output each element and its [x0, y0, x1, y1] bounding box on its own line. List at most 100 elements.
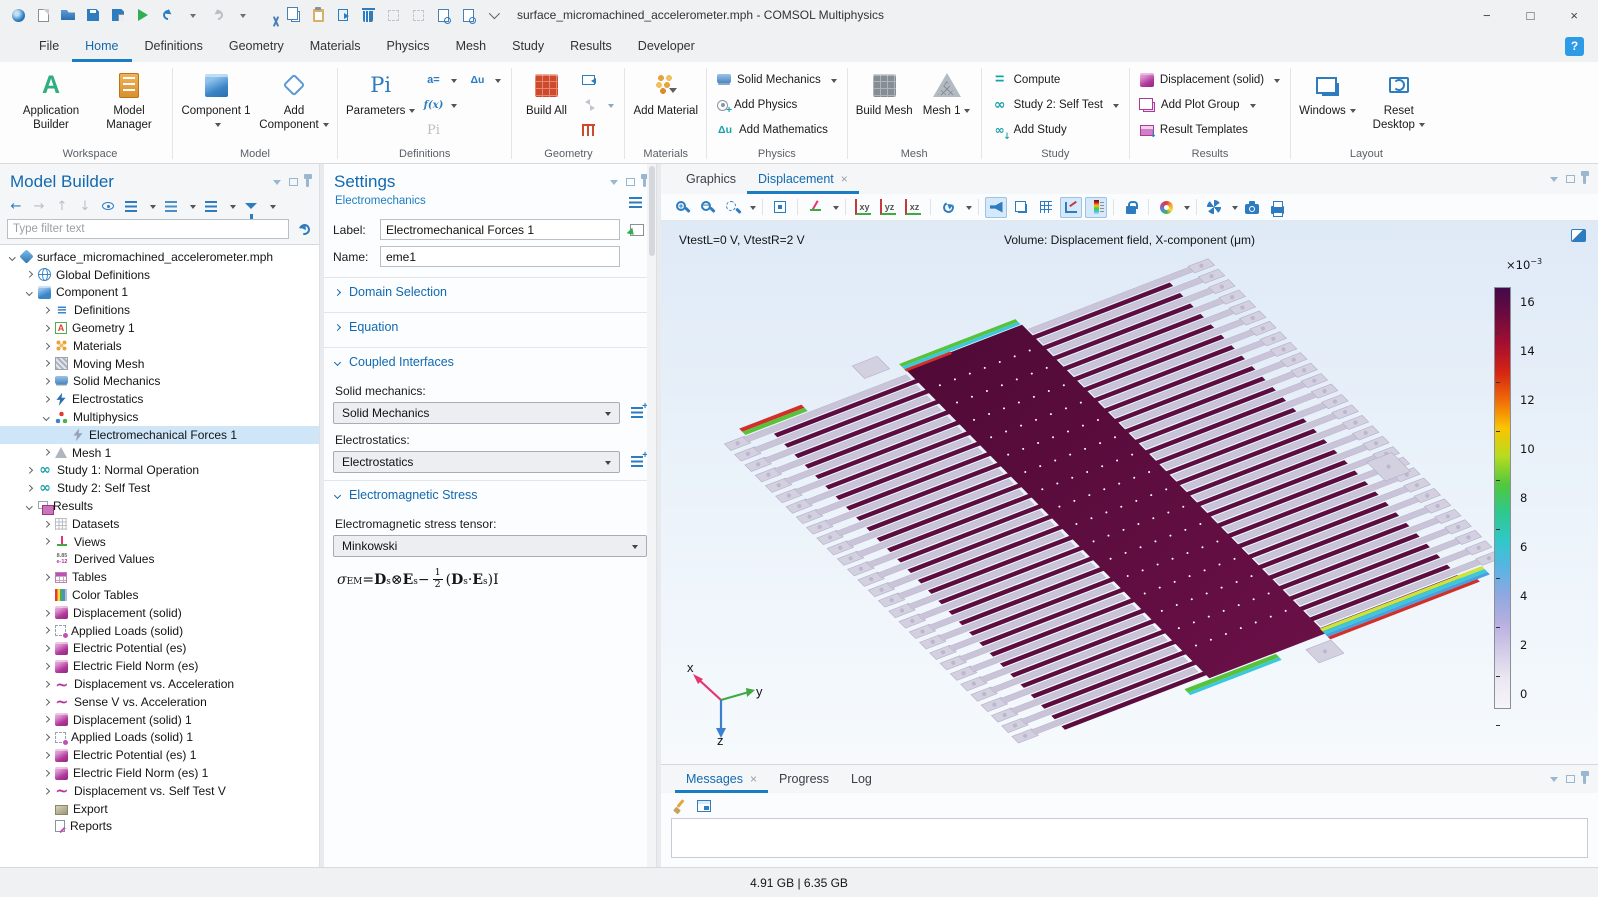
- tab-graphics[interactable]: Graphics: [675, 164, 747, 194]
- label-input[interactable]: [380, 219, 620, 240]
- viewxy-button[interactable]: [852, 197, 874, 218]
- panel-pin-icon[interactable]: [1583, 175, 1586, 184]
- twistie-icon[interactable]: [40, 415, 53, 420]
- tab-displacement[interactable]: Displacement ×: [747, 164, 859, 194]
- paste-icon[interactable]: [310, 7, 326, 23]
- plot-window-icon[interactable]: [1571, 229, 1586, 242]
- tree-item-displacement-solid-1[interactable]: Displacement (solid) 1: [0, 711, 319, 729]
- comsol-logo-icon[interactable]: [10, 7, 26, 23]
- ribbon-button-displacement-solid[interactable]: Displacement (solid): [1135, 68, 1285, 93]
- delete-icon[interactable]: [360, 7, 376, 23]
- tree-item-multiphysics[interactable]: Multiphysics: [0, 408, 319, 426]
- electrostatics-select[interactable]: Electrostatics: [333, 451, 620, 473]
- menu-physics[interactable]: Physics: [373, 30, 442, 62]
- twistie-icon[interactable]: [40, 611, 53, 616]
- light-button[interactable]: [985, 197, 1007, 218]
- twistie-icon[interactable]: [40, 397, 53, 402]
- twistie-icon[interactable]: [40, 326, 53, 331]
- ribbon-button-build-all[interactable]: Build All: [517, 64, 575, 121]
- show-icon[interactable]: [100, 198, 116, 214]
- ribbon-button-add-physics[interactable]: Add Physics: [712, 93, 842, 118]
- ribbon-button-result-templates[interactable]: Result Templates: [1135, 118, 1285, 143]
- twistie-icon[interactable]: [40, 379, 53, 384]
- tree-item-materials[interactable]: Materials: [0, 337, 319, 355]
- twistie-icon[interactable]: [23, 504, 36, 509]
- panel-pin-icon[interactable]: [306, 178, 309, 187]
- menu-file[interactable]: File: [26, 30, 72, 62]
- tree-item-electrostatics[interactable]: Electrostatics: [0, 390, 319, 408]
- section-electromagnetic-stress[interactable]: Electromagnetic Stress: [324, 480, 656, 508]
- update-button[interactable]: [1203, 197, 1225, 218]
- panel-menu-icon[interactable]: [1550, 177, 1558, 186]
- twistie-icon[interactable]: [40, 539, 53, 544]
- transparency-button[interactable]: [1010, 197, 1032, 218]
- ribbon-button-add-component[interactable]: Add Component: [256, 64, 332, 134]
- panel-menu-icon[interactable]: [1550, 777, 1558, 786]
- ribbon-button-nonlocal[interactable]: [464, 68, 506, 93]
- menu-materials[interactable]: Materials: [297, 30, 374, 62]
- tree-item-study-2-self-test[interactable]: Study 2: Self Test: [0, 479, 319, 497]
- message-table-icon[interactable]: [697, 800, 711, 812]
- duplicate-icon[interactable]: [335, 7, 351, 23]
- tree-item-electric-potential-es[interactable]: Electric Potential (es): [0, 640, 319, 658]
- tree-item-datasets[interactable]: Datasets: [0, 515, 319, 533]
- tree-item-color-tables[interactable]: Color Tables: [0, 586, 319, 604]
- ribbon-button-windows[interactable]: Windows: [1296, 64, 1359, 121]
- ribbon-button-solid-mechanics[interactable]: Solid Mechanics: [712, 68, 842, 93]
- ribbon-button-functions[interactable]: [420, 93, 462, 118]
- section-equation[interactable]: Equation: [324, 312, 656, 340]
- name-input[interactable]: [380, 246, 620, 267]
- tree-item-electromechanical-forces-1[interactable]: Electromechanical Forces 1: [0, 426, 319, 444]
- add-physics-interface-icon[interactable]: [631, 407, 643, 419]
- menu-geometry[interactable]: Geometry: [216, 30, 297, 62]
- settings-menu-icon[interactable]: [629, 197, 642, 208]
- tree-item-definitions[interactable]: Definitions: [0, 301, 319, 319]
- grid-button[interactable]: [1035, 197, 1057, 218]
- twistie-icon[interactable]: [40, 575, 53, 580]
- lock-button[interactable]: [1120, 197, 1142, 218]
- move-up-icon[interactable]: ↑: [54, 198, 70, 214]
- twistie-icon[interactable]: [23, 486, 36, 491]
- ribbon-button-model-manager[interactable]: Model Manager: [91, 64, 167, 134]
- ribbon-button-application-builder[interactable]: Application Builder: [13, 64, 89, 134]
- twistie-icon[interactable]: [40, 344, 53, 349]
- viewyz-button[interactable]: [877, 197, 899, 218]
- twistie-icon[interactable]: [40, 522, 53, 527]
- forward-icon[interactable]: →: [31, 198, 47, 214]
- ribbon-button-reset-desktop[interactable]: Reset Desktop: [1361, 64, 1437, 134]
- twistie-icon[interactable]: [6, 255, 19, 260]
- select-icon[interactable]: [410, 7, 426, 23]
- tree-item-applied-loads-solid-1[interactable]: Applied Loads (solid) 1: [0, 729, 319, 747]
- tree-item-solid-mechanics[interactable]: Solid Mechanics: [0, 373, 319, 391]
- move-down-icon[interactable]: ↓: [77, 198, 93, 214]
- ribbon-button-add-mathematics[interactable]: Add Mathematics: [712, 118, 842, 143]
- panel-pin-icon[interactable]: [1583, 775, 1586, 784]
- tab-messages[interactable]: Messages ×: [675, 765, 768, 793]
- menu-home[interactable]: Home: [72, 30, 131, 62]
- twistie-icon[interactable]: [40, 646, 53, 651]
- minimize-button[interactable]: −: [1483, 8, 1491, 23]
- panel-float-icon[interactable]: [626, 178, 635, 186]
- panel-menu-icon[interactable]: [273, 180, 281, 189]
- triad-button[interactable]: [804, 197, 826, 218]
- twistie-icon[interactable]: [40, 789, 53, 794]
- filter-input[interactable]: [7, 219, 289, 239]
- plotset-button[interactable]: [1060, 197, 1082, 218]
- twistie-icon[interactable]: [40, 771, 53, 776]
- camera-button[interactable]: [1241, 197, 1263, 218]
- panel-float-icon[interactable]: [1566, 775, 1575, 783]
- tree-item-study-1-normal-operation[interactable]: Study 1: Normal Operation: [0, 462, 319, 480]
- tree-item-derived-values[interactable]: Derived Values: [0, 551, 319, 569]
- twistie-icon[interactable]: [40, 450, 53, 455]
- ribbon-button-component-1[interactable]: Component 1: [178, 64, 254, 134]
- redo-icon[interactable]: [210, 7, 226, 23]
- tree-item-reports[interactable]: Reports: [0, 818, 319, 836]
- ribbon-button-virtual[interactable]: [577, 118, 619, 143]
- tree-item-applied-loads-solid[interactable]: Applied Loads (solid): [0, 622, 319, 640]
- panel-float-icon[interactable]: [289, 178, 298, 186]
- twistie-icon[interactable]: [40, 717, 53, 722]
- new-file-icon[interactable]: [35, 7, 51, 23]
- tree-item-electric-field-norm-es-1[interactable]: Electric Field Norm (es) 1: [0, 764, 319, 782]
- section-coupled-interfaces[interactable]: Coupled Interfaces: [324, 347, 656, 375]
- add-physics-interface-icon[interactable]: [631, 456, 643, 468]
